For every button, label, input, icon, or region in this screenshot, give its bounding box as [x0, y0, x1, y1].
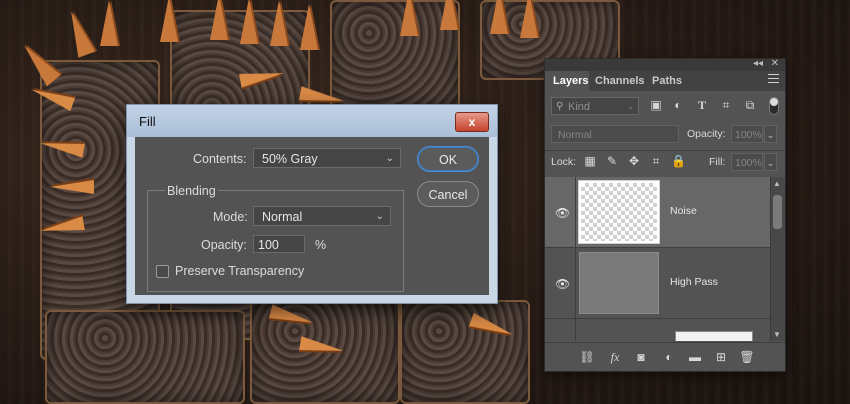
- lock-all-icon[interactable]: 🔒: [671, 154, 686, 168]
- tab-channels[interactable]: Channels: [595, 71, 645, 91]
- layer-list: 👁 Noise 👁 High Pass: [545, 177, 771, 341]
- layers-panel: ◂◂ ✕ Layers Channels Paths ⚲ Kind ⌄ ▣ ◐ …: [544, 58, 786, 372]
- opacity-input[interactable]: 100: [253, 235, 305, 253]
- contents-value: 50% Gray: [262, 152, 318, 166]
- layer-row[interactable]: [545, 319, 771, 341]
- chevron-down-icon: ⌄: [385, 153, 394, 164]
- blending-label: Blending: [165, 184, 218, 198]
- copper-spike: [210, 0, 228, 40]
- tab-paths[interactable]: Paths: [652, 71, 688, 91]
- blend-row: Normal Opacity: 100% ⌄: [545, 121, 785, 147]
- ok-button[interactable]: OK: [417, 146, 479, 172]
- kind-filter-select[interactable]: ⚲ Kind ⌄: [551, 97, 639, 115]
- scroll-thumb[interactable]: [773, 195, 782, 229]
- copper-spike: [160, 0, 178, 42]
- dialog-titlebar[interactable]: Fill x: [127, 105, 497, 137]
- fx-icon[interactable]: fx: [607, 350, 623, 364]
- contents-select[interactable]: 50% Gray ⌄: [253, 148, 401, 168]
- layer-name: Noise: [670, 205, 697, 217]
- layer-name: High Pass: [670, 276, 718, 288]
- preserve-transparency-checkbox[interactable]: [156, 265, 169, 278]
- blend-mode-value: Normal: [558, 129, 592, 141]
- close-button[interactable]: x: [455, 112, 489, 132]
- filter-row: ⚲ Kind ⌄ ▣ ◐ T ⌗ ⧉: [545, 93, 785, 119]
- letter-block: [45, 310, 245, 404]
- opacity-label: Opacity:: [687, 128, 726, 140]
- eye-visibility-icon[interactable]: 👁: [555, 277, 570, 291]
- panel-tabs: Layers Channels Paths: [545, 71, 785, 91]
- fill-dialog: Fill x Contents: 50% Gray ⌄ OK Cancel Bl…: [126, 104, 498, 304]
- dialog-title: Fill: [139, 114, 156, 129]
- panel-footer: ⛓ fx ◙ ◐ ▬ ⊞ 🗑: [545, 342, 785, 371]
- panel-menu-icon[interactable]: [768, 74, 779, 83]
- copper-spike: [270, 0, 288, 46]
- preserve-transparency-label[interactable]: Preserve Transparency: [175, 264, 304, 278]
- copper-spike: [100, 0, 118, 46]
- layer-row-noise[interactable]: 👁 Noise: [545, 177, 771, 248]
- copper-spike: [300, 4, 318, 50]
- artboard-icon[interactable]: ⌗: [649, 154, 663, 168]
- copper-spike: [520, 0, 538, 38]
- image-filter-icon[interactable]: ▣: [649, 98, 663, 112]
- shape-filter-icon[interactable]: ⌗: [719, 98, 733, 112]
- mask-icon[interactable]: ◙: [633, 350, 649, 364]
- copper-spike: [50, 180, 94, 194]
- layer-thumbnail: [579, 252, 659, 314]
- blend-mode-select[interactable]: Normal: [551, 125, 679, 143]
- layer-opacity-input[interactable]: 100%: [731, 125, 763, 143]
- type-filter-icon[interactable]: T: [695, 98, 709, 112]
- contents-label: Contents:: [193, 152, 247, 166]
- layer-fill-input[interactable]: 100%: [731, 153, 763, 171]
- mode-label: Mode:: [213, 210, 248, 224]
- opacity-chevron-icon[interactable]: ⌄: [764, 125, 777, 143]
- adjustment-filter-icon[interactable]: ◐: [671, 98, 685, 112]
- divider: [575, 319, 576, 341]
- smart-object-filter-icon[interactable]: ⧉: [743, 98, 757, 112]
- layer-row-high-pass[interactable]: 👁 High Pass: [545, 248, 771, 319]
- close-panel-icon[interactable]: ✕: [771, 58, 779, 69]
- trash-icon[interactable]: 🗑: [739, 350, 755, 364]
- tab-layers[interactable]: Layers: [545, 71, 589, 91]
- lock-row: Lock: ▦ ✎ ✥ ⌗ 🔒 Fill: 100% ⌄: [545, 150, 785, 175]
- chevron-down-icon: ⌄: [375, 211, 384, 222]
- fill-label: Fill:: [709, 156, 726, 168]
- filter-toggle[interactable]: [769, 97, 779, 115]
- layer-thumbnail: [675, 331, 753, 341]
- lock-transparent-icon[interactable]: ▦: [583, 154, 597, 168]
- eye-visibility-icon[interactable]: 👁: [555, 206, 570, 220]
- copper-spike: [440, 0, 458, 30]
- new-layer-icon[interactable]: ⊞: [713, 350, 729, 364]
- layers-scrollbar[interactable]: ▲ ▼: [770, 177, 785, 341]
- copper-spike: [240, 0, 258, 44]
- group-folder-icon[interactable]: ▬: [687, 350, 703, 364]
- opacity-unit: %: [315, 238, 327, 252]
- fill-chevron-icon[interactable]: ⌄: [764, 153, 777, 171]
- layer-thumbnail: [578, 180, 660, 244]
- lock-label: Lock:: [551, 156, 577, 168]
- close-icon: x: [468, 115, 476, 129]
- scroll-up-icon[interactable]: ▲: [773, 179, 781, 188]
- chevron-down-icon: ⌄: [627, 102, 634, 111]
- scroll-down-icon[interactable]: ▼: [773, 330, 781, 339]
- mode-value: Normal: [262, 210, 303, 224]
- mode-select[interactable]: Normal ⌄: [253, 206, 391, 226]
- lock-position-icon[interactable]: ✥: [627, 154, 641, 168]
- search-icon: ⚲: [556, 101, 564, 112]
- letter-block: [400, 300, 530, 404]
- collapse-panel-icon[interactable]: ◂◂: [753, 58, 763, 69]
- lock-paint-icon[interactable]: ✎: [605, 154, 619, 168]
- divider: [575, 177, 576, 247]
- divider: [575, 248, 576, 318]
- panel-top-strip[interactable]: ◂◂ ✕: [545, 58, 785, 71]
- kind-placeholder: Kind: [568, 101, 591, 113]
- link-layers-icon[interactable]: ⛓: [579, 350, 595, 364]
- copper-spike: [400, 0, 418, 36]
- adjustment-layer-icon[interactable]: ◐: [661, 350, 677, 364]
- copper-spike: [490, 0, 508, 34]
- cancel-button[interactable]: Cancel: [417, 181, 479, 207]
- dialog-body: Contents: 50% Gray ⌄ OK Cancel Blending …: [135, 137, 489, 295]
- opacity-label: Opacity:: [201, 238, 247, 252]
